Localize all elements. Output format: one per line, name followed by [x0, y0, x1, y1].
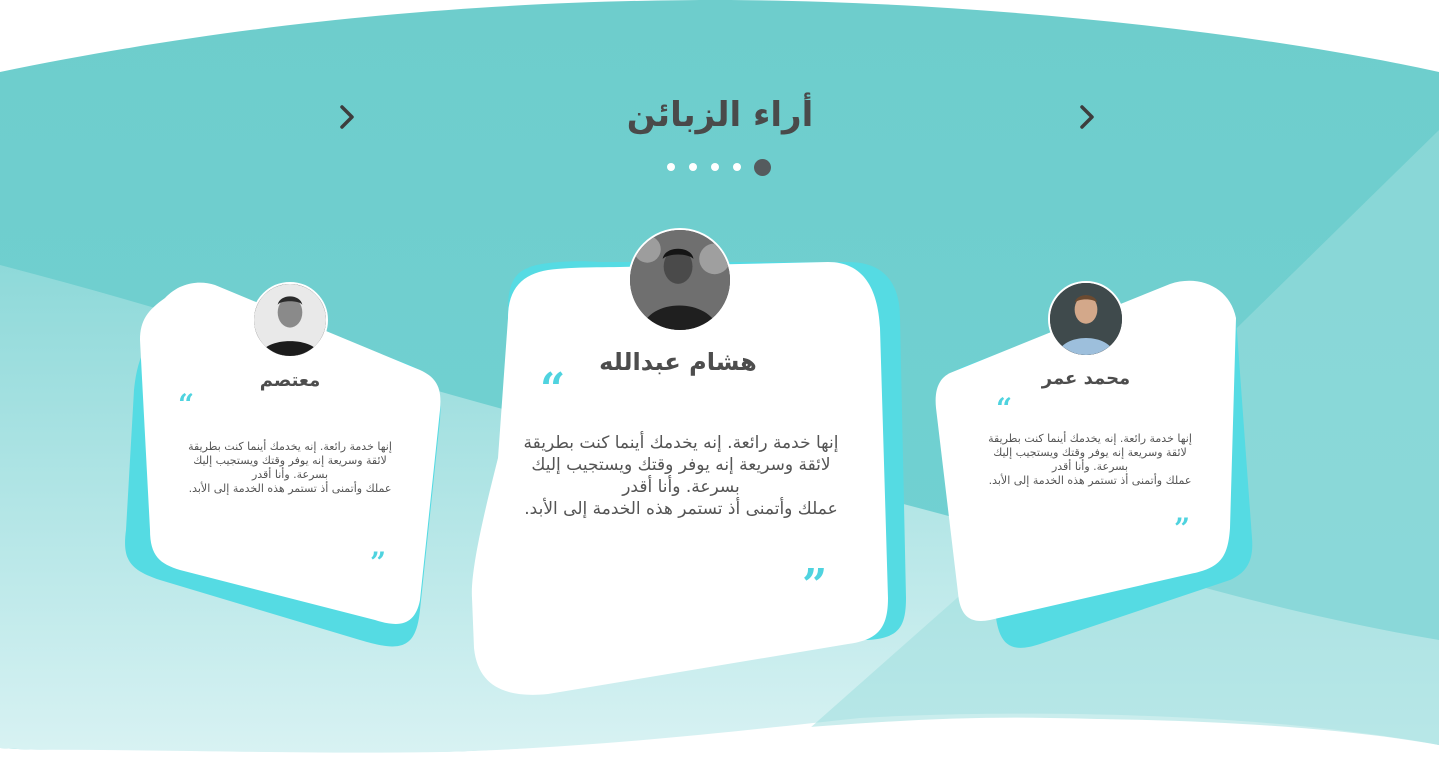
person-photo-icon [630, 230, 730, 330]
person-photo-icon [254, 284, 326, 356]
quote-close-icon: ” [1174, 512, 1191, 545]
testimonial-text: إنها خدمة رائعة. إنه يخدمك أينما كنت بطر… [188, 440, 392, 495]
carousel-dots [660, 158, 780, 178]
quote-open-icon: “ [178, 388, 195, 421]
testimonial-card: محمد عمر “ إنها خدمة رائعة. إنه يخدمك أي… [930, 278, 1260, 658]
chevron-right-icon [1080, 105, 1094, 129]
prev-arrow-button[interactable] [330, 100, 364, 134]
testimonial-card-featured: هشام عبدالله “ إنها خدمة رائعة. إنه يخدم… [468, 228, 908, 698]
person-photo-icon [1050, 283, 1122, 355]
section-title: أراء الزبائن [626, 95, 814, 135]
carousel-dot[interactable] [711, 163, 719, 171]
quote-close-icon: ” [802, 560, 828, 611]
testimonial-name: محمد عمر [1041, 368, 1131, 389]
testimonial-name: معتصم [259, 370, 321, 391]
avatar [252, 282, 328, 358]
testimonial-text: إنها خدمة رائعة. إنه يخدمك أينما كنت بطر… [988, 432, 1192, 487]
quote-open-icon: “ [540, 364, 566, 415]
quote-close-icon: ” [370, 546, 387, 579]
carousel-dot-active[interactable] [754, 159, 771, 176]
carousel-dot[interactable] [689, 163, 697, 171]
next-arrow-button[interactable] [1070, 100, 1104, 134]
avatar [628, 228, 732, 332]
carousel-dot[interactable] [667, 163, 675, 171]
testimonial-card: معتصم “ إنها خدمة رائعة. إنه يخدمك أينما… [120, 280, 450, 660]
avatar [1048, 281, 1124, 357]
quote-open-icon: “ [996, 392, 1013, 425]
chevron-right-icon [340, 105, 354, 129]
testimonial-text: إنها خدمة رائعة. إنه يخدمك أينما كنت بطر… [523, 433, 839, 519]
testimonial-name: هشام عبدالله [599, 348, 757, 376]
carousel-dot[interactable] [733, 163, 741, 171]
